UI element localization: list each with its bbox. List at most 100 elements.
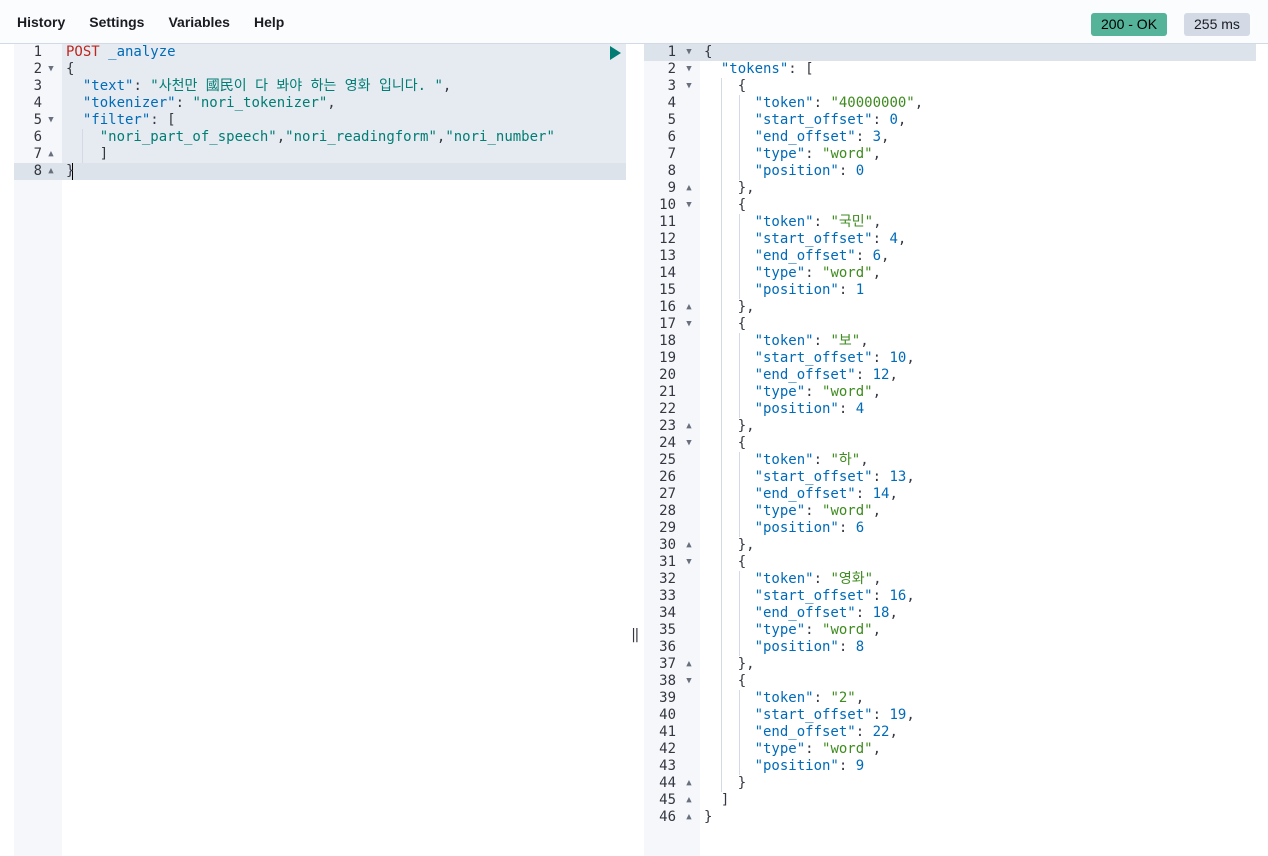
fold-collapse-icon[interactable]: ▼ bbox=[684, 197, 694, 214]
code-token: : [ bbox=[788, 61, 814, 77]
code-token: "2" bbox=[830, 690, 856, 706]
code-token: } bbox=[704, 775, 747, 791]
fold-collapse-icon[interactable]: ▼ bbox=[46, 61, 56, 78]
code-token: : bbox=[813, 214, 831, 230]
fold-expand-icon[interactable]: ▲ bbox=[684, 299, 694, 316]
line-number: 6 bbox=[667, 129, 676, 145]
play-icon[interactable] bbox=[610, 46, 621, 60]
code-token: : bbox=[805, 503, 823, 519]
fold-expand-icon[interactable]: ▲ bbox=[684, 775, 694, 792]
splitter-handle[interactable]: ‖ bbox=[631, 628, 639, 642]
fold-expand-icon[interactable]: ▲ bbox=[684, 418, 694, 435]
fold-expand-icon[interactable]: ▲ bbox=[684, 809, 694, 826]
fold-collapse-icon[interactable]: ▼ bbox=[684, 554, 694, 571]
fold-collapse-icon[interactable]: ▼ bbox=[684, 673, 694, 690]
response-line: "position": 6 bbox=[704, 520, 865, 537]
code-token: , bbox=[860, 452, 869, 468]
code-token: , bbox=[872, 265, 882, 281]
code-token: : bbox=[813, 571, 831, 587]
code-token: : bbox=[872, 350, 890, 366]
fold-collapse-icon[interactable]: ▼ bbox=[684, 61, 694, 78]
response-line: "token": "2", bbox=[704, 690, 865, 707]
line-number: 25 bbox=[659, 452, 676, 468]
fold-collapse-icon[interactable]: ▼ bbox=[684, 316, 694, 333]
code-token: , bbox=[442, 78, 452, 94]
line-number: 1 bbox=[667, 44, 676, 60]
fold-expand-icon[interactable]: ▲ bbox=[684, 792, 694, 809]
code-token: , bbox=[872, 741, 882, 757]
code-token: 9 bbox=[855, 758, 865, 774]
line-number: 4 bbox=[33, 95, 42, 111]
fold-collapse-icon[interactable]: ▼ bbox=[46, 112, 56, 129]
code-token: "token" bbox=[754, 95, 814, 111]
code-token: : bbox=[855, 486, 873, 502]
code-token: , bbox=[889, 486, 898, 502]
menu-variables[interactable]: Variables bbox=[168, 14, 230, 30]
fold-expand-icon[interactable]: ▲ bbox=[46, 146, 56, 163]
line-number: 3 bbox=[667, 78, 676, 94]
code-token: 4 bbox=[889, 231, 898, 247]
response-line: "end_offset": 18, bbox=[704, 605, 898, 622]
code-token: , bbox=[906, 588, 915, 604]
code-token: "tokenizer" bbox=[82, 95, 176, 111]
menu-help[interactable]: Help bbox=[254, 14, 284, 30]
fold-expand-icon[interactable]: ▲ bbox=[684, 656, 694, 673]
code-token: "nori_tokenizer" bbox=[192, 95, 328, 111]
code-token: "국민" bbox=[830, 214, 874, 230]
request-content[interactable]: POST _analyze{ "text": "사천만 國民이 다 봐야 하는 … bbox=[62, 44, 626, 856]
code-token: ] bbox=[66, 146, 109, 162]
response-viewer[interactable]: 1 ▼ 2 ▼ 3 ▼ 4 5 6 7 8 9 ▲ 10 ▼ 11 12 13 14 15 16 ▲ 17 ▼ 18 19 20 21… bbox=[644, 44, 1256, 856]
code-token: : [ bbox=[150, 112, 176, 128]
response-time-badge: 255 ms bbox=[1184, 13, 1250, 36]
indent-guide bbox=[738, 95, 740, 180]
code-token: 1 bbox=[855, 282, 865, 298]
response-line: "token": "국민", bbox=[704, 214, 882, 231]
code-token: : bbox=[838, 401, 856, 417]
fold-expand-icon[interactable]: ▲ bbox=[46, 163, 56, 180]
indent-guide bbox=[738, 690, 740, 775]
fold-collapse-icon[interactable]: ▼ bbox=[684, 44, 694, 61]
response-line: { bbox=[704, 435, 746, 452]
indent-guide bbox=[738, 452, 740, 537]
code-token: , bbox=[872, 622, 882, 638]
code-token: 4 bbox=[855, 401, 865, 417]
line-number: 2 bbox=[667, 61, 676, 77]
line-number: 23 bbox=[659, 418, 676, 434]
code-token: { bbox=[704, 44, 713, 60]
fold-collapse-icon[interactable]: ▼ bbox=[684, 435, 694, 452]
menu-settings[interactable]: Settings bbox=[89, 14, 144, 30]
code-token: 14 bbox=[872, 486, 890, 502]
code-token: }, bbox=[704, 299, 755, 315]
code-token: : bbox=[805, 384, 823, 400]
code-token: "word" bbox=[822, 265, 873, 281]
fold-collapse-icon[interactable]: ▼ bbox=[684, 78, 694, 95]
fold-expand-icon[interactable]: ▲ bbox=[684, 537, 694, 554]
code-token: "position" bbox=[754, 282, 839, 298]
code-token: "start_offset" bbox=[754, 350, 873, 366]
line-number: 17 bbox=[659, 316, 676, 332]
response-line: "tokens": [ bbox=[704, 61, 814, 78]
code-token: , bbox=[881, 129, 890, 145]
request-line: } bbox=[66, 163, 74, 180]
code-token: , bbox=[872, 384, 882, 400]
code-token: , bbox=[872, 146, 882, 162]
pane-splitter[interactable]: ‖ bbox=[626, 44, 644, 856]
code-token: } bbox=[66, 163, 75, 179]
request-editor[interactable]: 1 2 ▼ 3 4 5 ▼ 6 7 ▲ 8 ▲ POST _analyze{ "text": "사천만… bbox=[14, 44, 626, 856]
response-content[interactable]: { "tokens": [ { "token": "40000000", "st… bbox=[700, 44, 1256, 856]
active-line bbox=[700, 44, 1256, 61]
menu-history[interactable]: History bbox=[17, 14, 65, 30]
line-number: 2 bbox=[33, 61, 42, 77]
fold-expand-icon[interactable]: ▲ bbox=[684, 180, 694, 197]
response-line: "start_offset": 10, bbox=[704, 350, 915, 367]
code-token: , bbox=[860, 333, 869, 349]
indent-guide bbox=[738, 214, 740, 299]
